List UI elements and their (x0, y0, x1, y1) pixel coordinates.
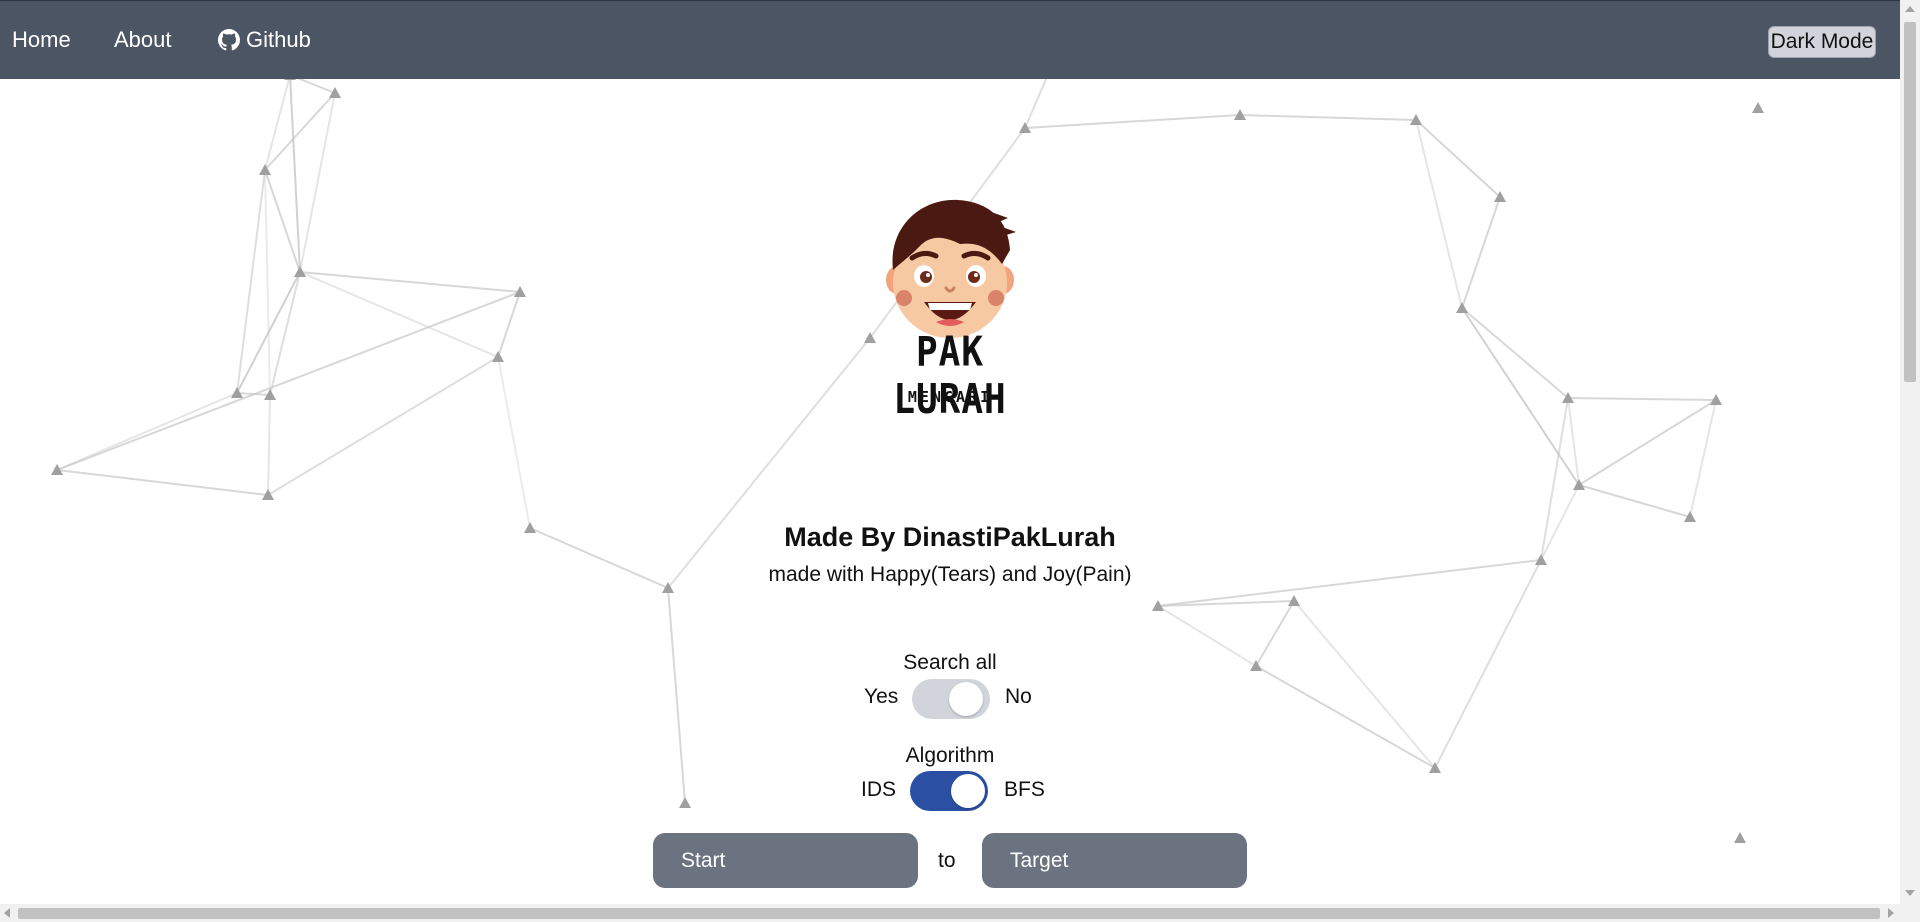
network-node (1456, 302, 1468, 313)
network-node (1573, 479, 1585, 490)
algorithm-bfs-label: BFS (1004, 778, 1045, 801)
toggle-knob (951, 774, 985, 808)
network-edge (1255, 600, 1295, 667)
algorithm-label: Algorithm (905, 744, 995, 767)
github-icon (218, 29, 240, 51)
made-by-heading: Made By DinastiPakLurah (784, 522, 1116, 552)
nav-github-link[interactable]: Github (218, 27, 311, 53)
network-edge (289, 74, 301, 273)
network-edge (1434, 559, 1542, 769)
start-input[interactable]: Start (653, 833, 918, 888)
vertical-scroll-thumb[interactable] (1904, 22, 1916, 382)
dark-mode-button[interactable]: Dark Mode (1768, 26, 1876, 58)
network-edge (1415, 119, 1463, 309)
scroll-right-icon[interactable] (1888, 908, 1894, 918)
algorithm-toggle[interactable] (910, 771, 988, 811)
network-edge (1461, 307, 1569, 399)
network-edge (1239, 114, 1417, 121)
network-edge (299, 271, 521, 293)
network-edge (1540, 397, 1569, 561)
scroll-up-icon[interactable] (1905, 6, 1915, 12)
network-node (1752, 102, 1764, 113)
network-edge (1415, 119, 1501, 198)
search-all-label: Search all (903, 651, 997, 674)
network-edge (497, 291, 521, 358)
network-node (1250, 660, 1262, 671)
logo-title: PAK LURAH (893, 328, 1007, 424)
network-edge (667, 587, 686, 804)
scroll-left-icon[interactable] (4, 908, 10, 918)
network-edge (497, 356, 531, 529)
network-edge (1024, 114, 1241, 129)
made-with-text: made with Happy(Tears) and Joy(Pain) (768, 563, 1132, 586)
network-edge (56, 469, 269, 496)
search-all-yes-label: Yes (864, 685, 899, 708)
horizontal-scroll-thumb[interactable] (18, 908, 1880, 919)
network-node (679, 797, 691, 808)
network-edge (1293, 600, 1436, 769)
to-connector-label: to (938, 849, 956, 872)
network-edge (267, 394, 271, 496)
network-edge (264, 169, 271, 396)
horizontal-scrollbar[interactable] (0, 904, 1900, 922)
navbar: Home About Github Dark Mode (0, 0, 1900, 79)
nav-home-link[interactable]: Home (12, 27, 71, 53)
network-edge (1578, 484, 1691, 518)
network-edge (269, 271, 301, 396)
toggle-knob (949, 682, 983, 716)
scroll-down-icon[interactable] (1905, 890, 1915, 896)
network-edge (1157, 605, 1257, 667)
network-edge (299, 92, 336, 273)
network-node (524, 522, 536, 533)
algorithm-ids-label: IDS (861, 778, 897, 801)
nav-about-link[interactable]: About (114, 27, 172, 53)
network-edge (529, 527, 669, 589)
network-edge (1578, 399, 1717, 486)
network-edge (1567, 397, 1717, 401)
network-node (329, 87, 341, 98)
vertical-scrollbar[interactable] (1900, 0, 1920, 922)
search-all-toggle[interactable] (912, 679, 990, 719)
search-all-no-label: No (1005, 685, 1032, 708)
network-edge (1255, 665, 1436, 769)
network-edge (236, 169, 266, 394)
network-edge (1461, 307, 1580, 486)
logo-subtitle: MENCARI (907, 388, 993, 406)
nav-github-label: Github (246, 27, 311, 52)
background-network (51, 0, 1764, 843)
target-input[interactable]: Target (982, 833, 1247, 888)
network-edge (1461, 196, 1501, 309)
network-edge (1689, 399, 1717, 518)
network-edge (299, 271, 499, 358)
network-edge (56, 392, 238, 471)
network-edge (267, 356, 499, 496)
network-node (1734, 832, 1746, 843)
network-node (492, 351, 504, 362)
